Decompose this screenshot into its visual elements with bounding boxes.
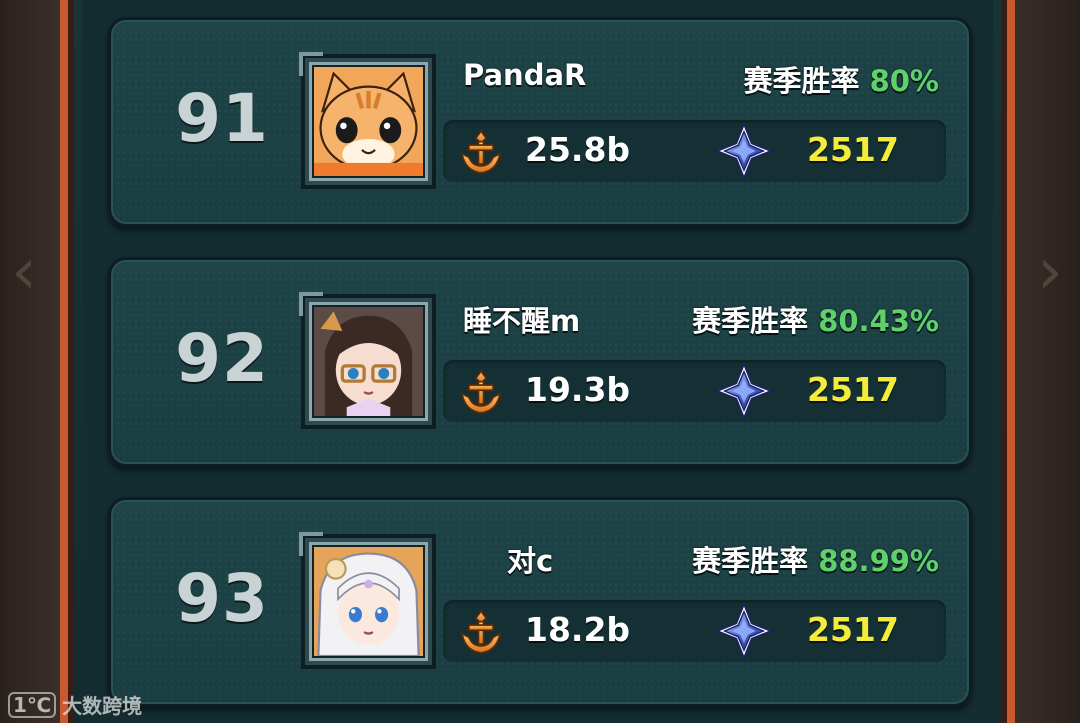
trophy-value: 2517	[807, 130, 899, 169]
winrate-value: 80%	[869, 64, 939, 98]
rank-card[interactable]: 91 PandaR 赛季胜率 80% 25.8b 2517	[108, 17, 972, 227]
anchor-crest-icon	[460, 129, 502, 174]
winrate-value: 88.99%	[818, 544, 939, 578]
anchor-crest-icon	[460, 609, 502, 654]
trophy-value: 2517	[807, 370, 899, 409]
chevron-left-icon[interactable]: ‹	[4, 232, 44, 312]
blue-crystal-star-icon	[715, 602, 773, 660]
anchor-crest-icon	[460, 369, 502, 414]
rank-number: 92	[175, 320, 269, 397]
white-hair-girl-avatar-icon	[312, 545, 425, 658]
power-value: 25.8b	[525, 130, 631, 169]
season-winrate: 赛季胜率 88.99%	[692, 538, 939, 580]
rank-number: 91	[175, 80, 269, 157]
left-backdrop: ‹	[0, 0, 60, 723]
right-backdrop: ›	[1010, 0, 1080, 723]
power-value: 18.2b	[525, 610, 631, 649]
watermark-logo: 1℃	[8, 691, 57, 718]
stats-bar: 19.3b 2517	[443, 360, 946, 422]
blue-crystal-star-icon	[715, 122, 773, 180]
blue-crystal-star-icon	[715, 362, 773, 420]
stats-bar: 18.2b 2517	[443, 600, 946, 662]
winrate-value: 80.43%	[818, 304, 939, 338]
rank-card[interactable]: 93 对c 赛季胜率 88.99% 18.2b 2517	[108, 497, 972, 707]
player-name: PandaR	[463, 58, 587, 92]
watermark: 1℃ 大数跨境	[8, 690, 142, 719]
player-name: 睡不醒m	[463, 304, 581, 338]
winrate-label: 赛季胜率	[743, 64, 860, 98]
trophy-value: 2517	[807, 610, 899, 649]
power-value: 19.3b	[525, 370, 631, 409]
player-avatar[interactable]	[301, 294, 436, 429]
chevron-right-icon[interactable]: ›	[1030, 232, 1070, 312]
player-avatar[interactable]	[301, 534, 436, 669]
glasses-girl-avatar-icon	[312, 305, 425, 418]
season-winrate: 赛季胜率 80%	[743, 58, 939, 100]
rank-number: 93	[175, 560, 269, 637]
winrate-label: 赛季胜率	[692, 304, 809, 338]
winrate-label: 赛季胜率	[692, 544, 809, 578]
player-avatar[interactable]	[301, 54, 436, 189]
player-name: 对c	[507, 544, 554, 578]
orange-cat-avatar-icon	[312, 65, 425, 178]
watermark-text: 大数跨境	[62, 694, 143, 718]
stats-bar: 25.8b 2517	[443, 120, 946, 182]
rank-card[interactable]: 92 睡不醒m 赛季胜率 80.43% 19.3b 2517	[108, 257, 972, 467]
season-winrate: 赛季胜率 80.43%	[692, 298, 939, 340]
